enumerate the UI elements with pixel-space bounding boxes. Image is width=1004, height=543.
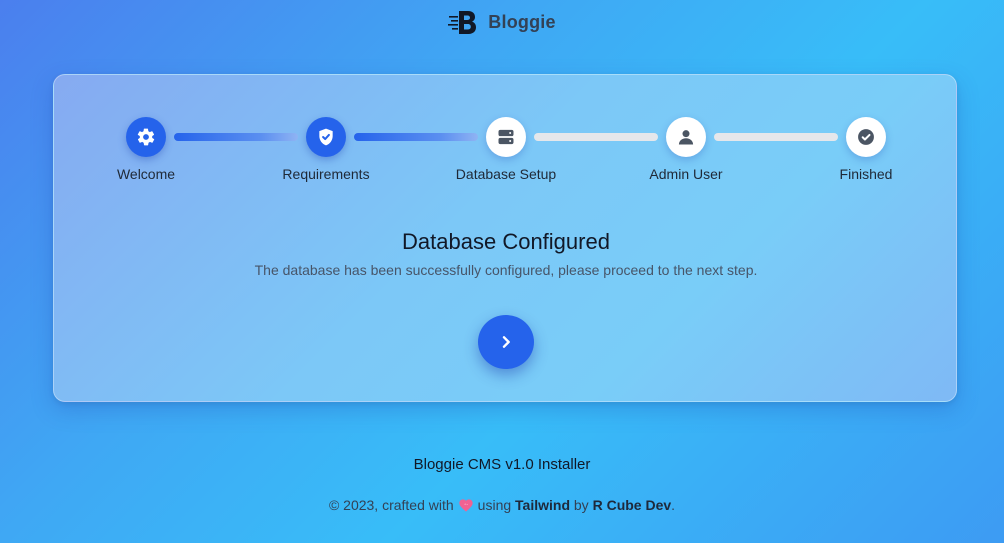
page-title: Database Configured	[402, 229, 610, 254]
bloggie-logo-icon	[448, 11, 477, 34]
shield-check-icon	[319, 128, 333, 146]
brand-name: Bloggie	[488, 11, 556, 32]
step-circle	[846, 117, 886, 157]
step-finished: Finished	[786, 117, 946, 182]
credits-by: by	[573, 497, 589, 513]
step-requirements: Requirements	[246, 117, 406, 182]
gear-icon	[137, 128, 155, 146]
footer-credits: © 2023, crafted with using Tailwind by R…	[0, 497, 1004, 513]
step-label: Finished	[839, 166, 893, 182]
step-label: Welcome	[116, 166, 176, 182]
step-welcome: Welcome	[66, 117, 226, 182]
installer-card: Welcome Requirements Database Setup Admi…	[53, 74, 957, 402]
step-circle	[486, 117, 526, 157]
credits-prefix: © 2023, crafted with	[328, 497, 454, 513]
step-admin-user: Admin User	[606, 117, 766, 182]
credits-suffix: .	[671, 497, 676, 513]
step-database-setup: Database Setup	[426, 117, 586, 182]
step-circle	[666, 117, 706, 157]
author-link[interactable]: R Cube Dev	[593, 497, 672, 513]
check-circle-icon	[858, 129, 874, 145]
footer-title: Bloggie CMS v1.0 Installer	[413, 456, 591, 473]
next-step-button[interactable]	[478, 315, 534, 369]
page-subtitle: The database has been successfully confi…	[254, 262, 758, 278]
chevron-right-icon	[502, 336, 510, 348]
step-label: Requirements	[282, 166, 370, 182]
user-icon	[678, 130, 694, 145]
credits-using: using	[477, 497, 512, 513]
tailwind-link[interactable]: Tailwind	[515, 497, 570, 513]
brand-header: Bloggie	[0, 8, 1004, 36]
step-label: Admin User	[649, 166, 723, 182]
step-circle	[306, 117, 346, 157]
step-circle	[126, 117, 166, 157]
heart-icon	[459, 499, 473, 512]
step-label: Database Setup	[455, 166, 557, 182]
server-icon	[498, 129, 514, 145]
